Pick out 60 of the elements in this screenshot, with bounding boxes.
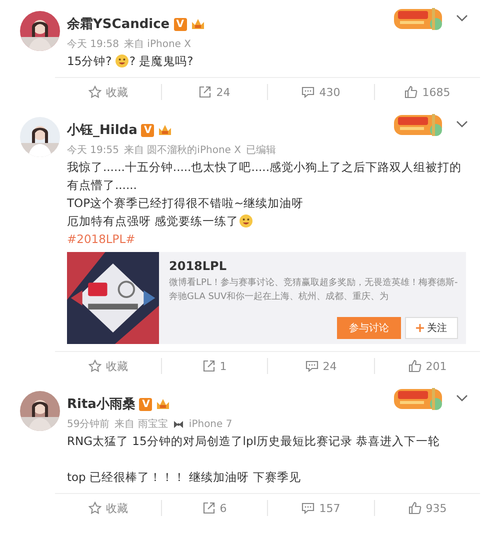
chevron-down-icon[interactable]: [456, 394, 468, 402]
member-icon: [156, 398, 170, 410]
plus-icon: [416, 324, 424, 332]
post-meta: 已编辑: [246, 144, 276, 157]
post-text: top 已经很棒了！！！ 继续加油呀 下赛季见: [67, 469, 302, 486]
share-icon: [202, 359, 216, 373]
action-button[interactable]: 157: [268, 501, 374, 515]
post-text: TOP这个赛季已经打得很不错啦~继续加油呀: [67, 195, 305, 212]
emoji-icon: [238, 214, 253, 228]
star-icon: [88, 501, 102, 515]
comment-icon: [301, 501, 316, 515]
thumbs-up-icon: [408, 359, 422, 373]
emoji-icon: [115, 54, 130, 68]
chevron-down-icon[interactable]: [456, 14, 468, 22]
member-icon: [190, 18, 205, 30]
post-text: 我惊了......十五分钟.....也太快了吧.....感觉小狗上了之后下路双人组被打的有点懵了......: [67, 159, 462, 194]
card-title: 2018LPL: [169, 259, 228, 273]
thumbs-up-icon: [404, 85, 418, 99]
post-meta: 来自 雨宝宝: [114, 418, 168, 431]
post-meta: iPhone 7: [188, 418, 232, 430]
action-button[interactable]: 24: [162, 85, 267, 99]
member-icon: [158, 124, 172, 136]
action-button[interactable]: 1685: [374, 85, 480, 99]
chevron-down-icon[interactable]: [456, 120, 468, 128]
comment-icon: [304, 359, 319, 373]
action-button[interactable]: 收藏: [55, 84, 160, 100]
action-button[interactable]: 收藏: [55, 500, 160, 516]
hashtag-link[interactable]: #2018LPL#: [67, 232, 136, 246]
share-icon: [202, 501, 216, 515]
post-meta: 今天 19:58: [67, 38, 119, 51]
post-meta: 今天 19:55: [67, 144, 119, 157]
action-button[interactable]: 935: [374, 501, 480, 515]
user-name[interactable]: 小钰_Hilda: [67, 121, 138, 139]
bow-icon: [172, 418, 184, 430]
verified-badge: V: [139, 398, 152, 410]
verified-badge: V: [174, 18, 187, 30]
star-icon: [88, 359, 102, 373]
post-text: 厄加特有点强呀 感觉要练一练了: [67, 212, 470, 230]
card-description: 微博看LPL！参与赛事讨论、竞猜赢取超多奖励，无畏造英雄！梅赛德斯-奔驰GLA SUV和你一起在上海、杭州、成都、重庆、为: [169, 276, 458, 304]
post-meta: 59分钟前: [67, 418, 110, 431]
verified-badge: V: [141, 124, 154, 136]
action-button[interactable]: 24: [268, 359, 374, 373]
star-icon: [88, 85, 102, 99]
action-button[interactable]: 收藏: [55, 358, 160, 374]
topic-card[interactable]: 2018LPL 微博看LPL！参与赛事讨论、竞猜赢取超多奖励，无畏造英雄！梅赛德斯-奔驰GLA SUV和你一起在上海、杭州、成都、重庆、为 参与讨论 关注: [67, 252, 466, 344]
discuss-button[interactable]: 参与讨论: [337, 317, 401, 339]
post-meta: 来自 iPhone X: [124, 38, 191, 51]
post-meta: 来自 圆不溜秋的iPhone X: [124, 144, 241, 157]
action-button[interactable]: 201: [374, 359, 480, 373]
user-name[interactable]: Rita小雨桑: [67, 395, 136, 413]
action-button[interactable]: 6: [162, 501, 267, 515]
share-icon: [198, 85, 212, 99]
action-button[interactable]: 1: [162, 359, 267, 373]
thumbs-up-icon: [408, 501, 422, 515]
comment-icon: [301, 85, 316, 99]
action-button[interactable]: 430: [268, 85, 374, 99]
user-name[interactable]: 余霜YSCandice: [67, 15, 170, 33]
post-text: 15分钟? ? 是魔鬼吗?: [67, 53, 194, 70]
post-text: RNG太猛了 15分钟的对局创造了lpl历史最短比赛记录 恭喜进入下一轮: [67, 433, 442, 450]
follow-button[interactable]: 关注: [405, 317, 458, 339]
